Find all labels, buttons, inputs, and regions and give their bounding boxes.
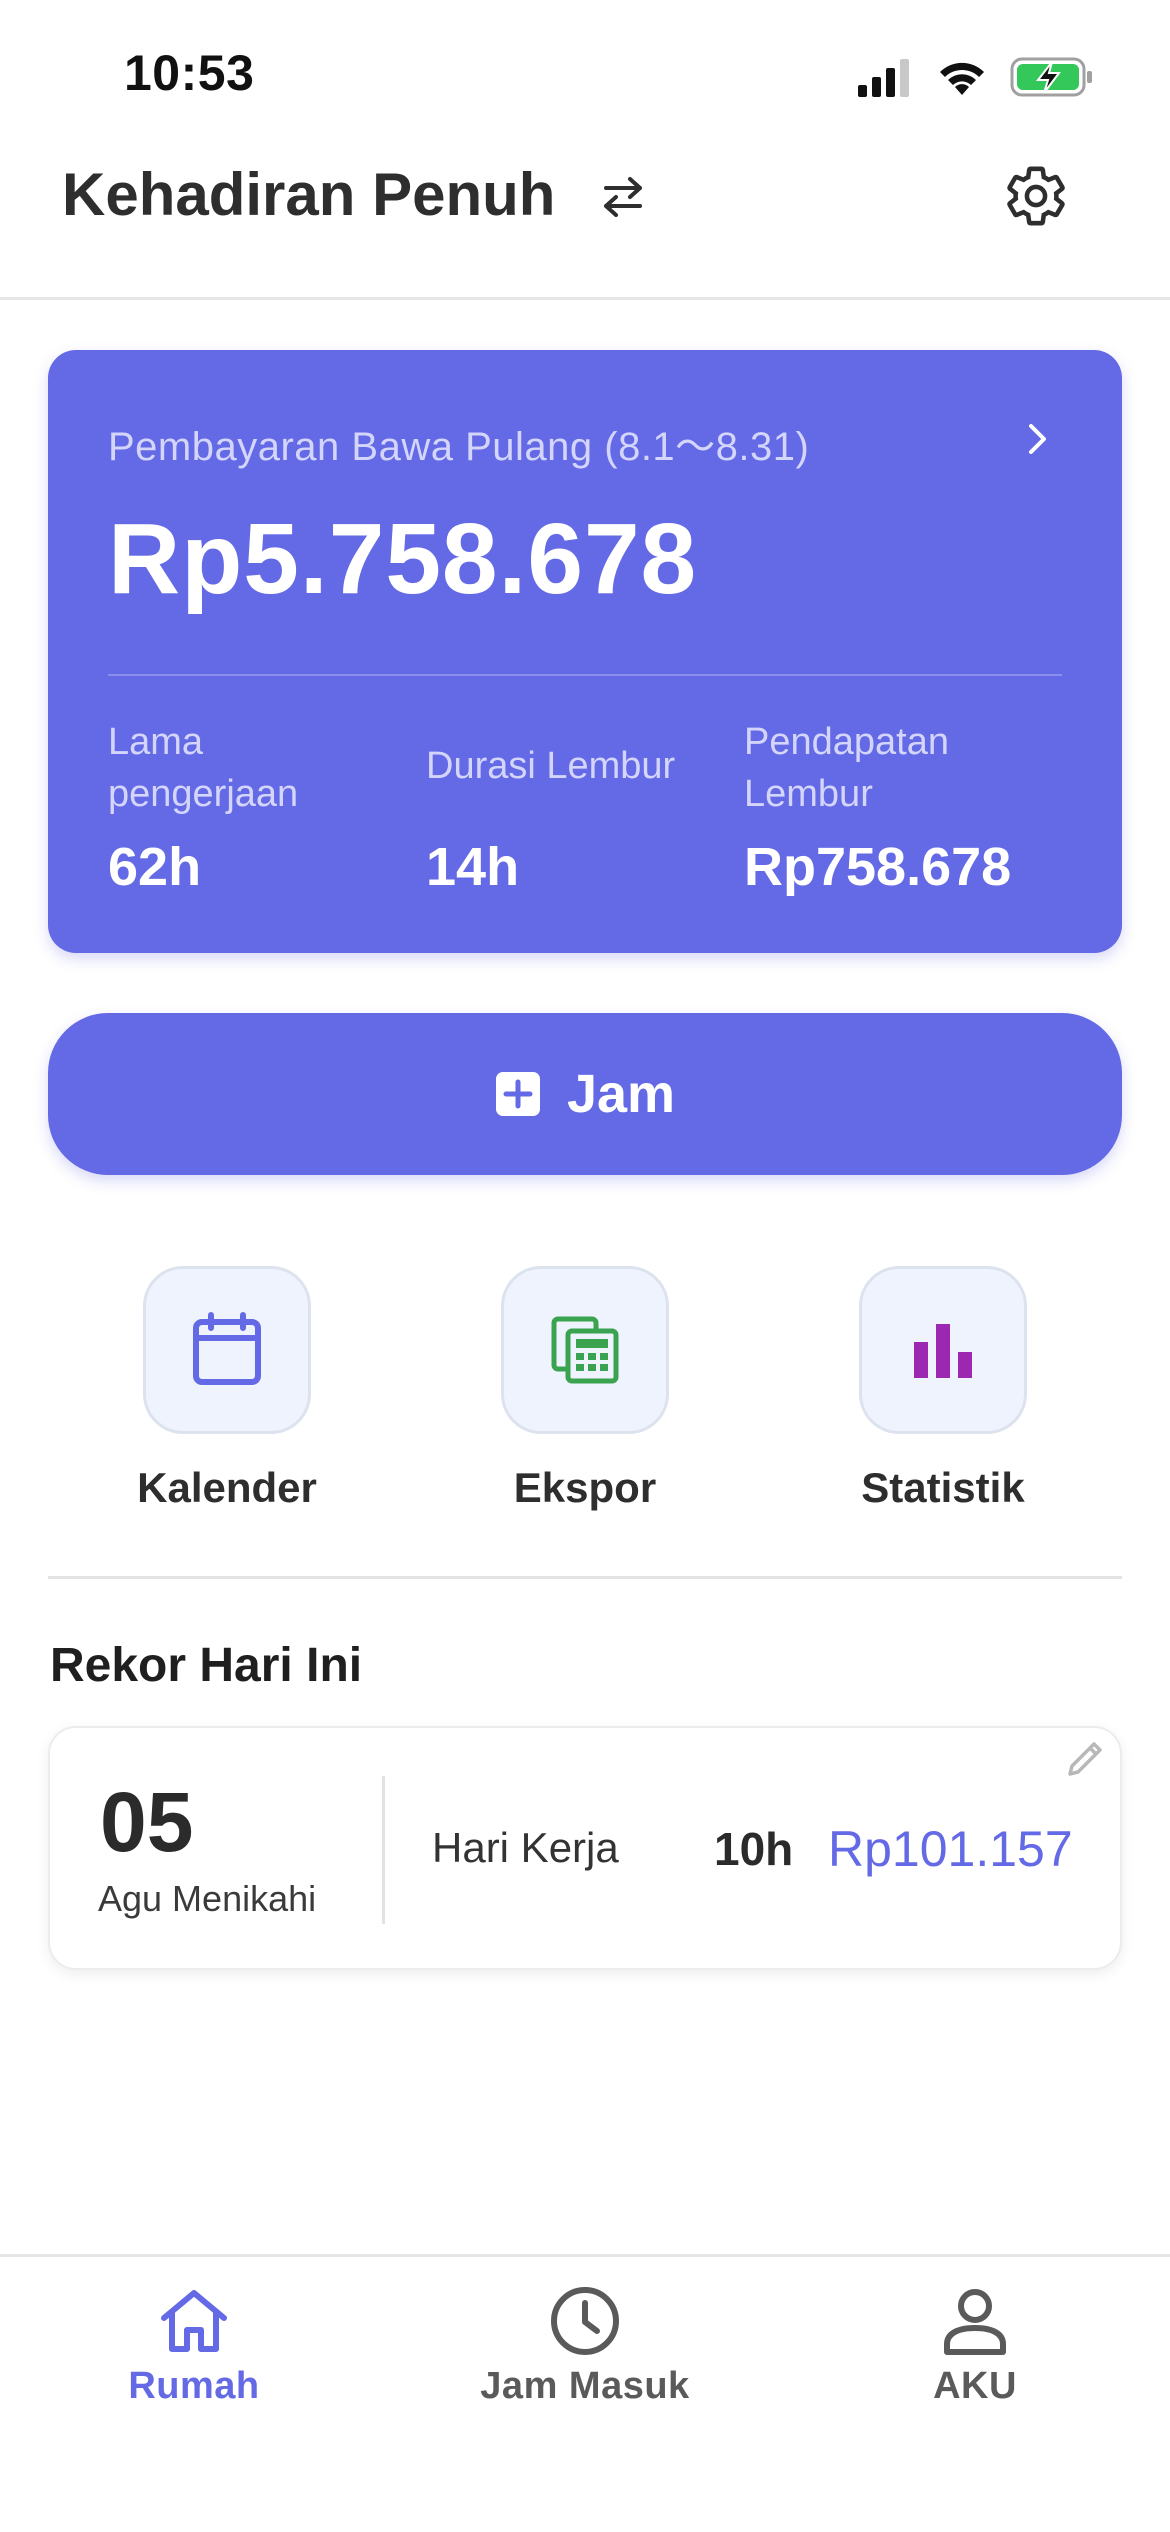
nav-item-home[interactable]: Rumah [44, 2281, 344, 2408]
clock-in-label: Jam [566, 1064, 676, 1124]
action-export[interactable]: Ekspor [465, 1266, 705, 1512]
home-icon [161, 2290, 227, 2352]
action-label: Ekspor [513, 1464, 657, 1511]
spreadsheet-icon [551, 1316, 619, 1384]
status-time: 10:53 [124, 45, 255, 101]
calendar-icon [193, 1312, 261, 1385]
nav-icon-wrap [825, 2281, 1125, 2361]
action-tile[interactable] [501, 1266, 669, 1434]
nav-label: Jam Masuk [480, 2365, 690, 2407]
nav-label: AKU [933, 2365, 1017, 2407]
nav-icon-wrap [44, 2281, 344, 2361]
record-day: 05 [100, 1775, 194, 1869]
signal-icon [858, 59, 909, 97]
bottom-nav: Rumah Jam Masuk AKU [0, 2254, 1170, 2532]
stat-work-duration: Lama pengerjaan 62h [108, 716, 408, 897]
take-home-pay-card[interactable]: Pembayaran Bawa Pulang (8.1～8.31) Rp5.75… [48, 350, 1122, 953]
divider [108, 674, 1062, 676]
record-hours: 10h [714, 1823, 794, 1875]
nav-label: Rumah [128, 2365, 260, 2407]
divider [382, 1776, 385, 1924]
user-icon [944, 2289, 1006, 2355]
wifi-icon [940, 62, 984, 95]
stat-value: 62h [108, 837, 202, 897]
bar-chart-icon [914, 1324, 972, 1378]
pay-period-label: Pembayaran Bawa Pulang (8.1～8.31) [108, 425, 810, 469]
stat-value: 14h [426, 837, 520, 897]
clock-in-button[interactable]: Jam [48, 1013, 1122, 1175]
status-icons [856, 56, 1094, 98]
action-label: Statistik [861, 1464, 1025, 1511]
action-calendar[interactable]: Kalender [107, 1266, 347, 1512]
stat-overtime-income: Pendapatan Lembur Rp758.678 [744, 716, 1044, 897]
plus-square-icon [495, 1072, 540, 1116]
action-tile[interactable] [143, 1266, 311, 1434]
section-title: Rekor Hari Ini [50, 1639, 363, 1692]
swap-arrows-icon[interactable] [598, 174, 648, 218]
action-label: Kalender [137, 1464, 317, 1511]
pay-total: Rp5.758.678 [108, 503, 698, 615]
record-amount: Rp101.157 [828, 1821, 1073, 1877]
screen: 10:53 Kehadiran Penuh Pembayaran Bawa Pu… [0, 0, 1170, 2532]
action-tile[interactable] [859, 1266, 1027, 1434]
divider [48, 1576, 1122, 1579]
header: Kehadiran Penuh [0, 140, 1170, 300]
status-bar: 10:53 [0, 0, 1170, 140]
pencil-icon[interactable] [1062, 1736, 1108, 1782]
stat-label: Durasi Lembur [426, 745, 676, 787]
stat-label: Pendapatan Lembur [744, 721, 949, 815]
nav-icon-wrap [435, 2281, 735, 2361]
record-subtitle: Agu Menikahi [98, 1878, 317, 1919]
stat-value: Rp758.678 [744, 837, 1012, 897]
stat-label: Lama pengerjaan [108, 721, 299, 815]
page-title: Kehadiran Penuh [62, 161, 556, 228]
battery-charging-icon [1010, 57, 1092, 97]
action-statistics[interactable]: Statistik [823, 1266, 1063, 1512]
clock-icon [551, 2287, 619, 2355]
nav-item-clock-in[interactable]: Jam Masuk [435, 2281, 735, 2408]
record-day-type: Hari Kerja [432, 1824, 619, 1871]
chevron-right-icon [1029, 424, 1046, 454]
gear-icon[interactable] [1002, 162, 1070, 230]
today-record-card[interactable]: 05 Agu Menikahi Hari Kerja 10h Rp101.157 [48, 1726, 1122, 1970]
stat-overtime-duration: Durasi Lembur 14h [426, 740, 726, 897]
nav-item-me[interactable]: AKU [825, 2281, 1125, 2408]
